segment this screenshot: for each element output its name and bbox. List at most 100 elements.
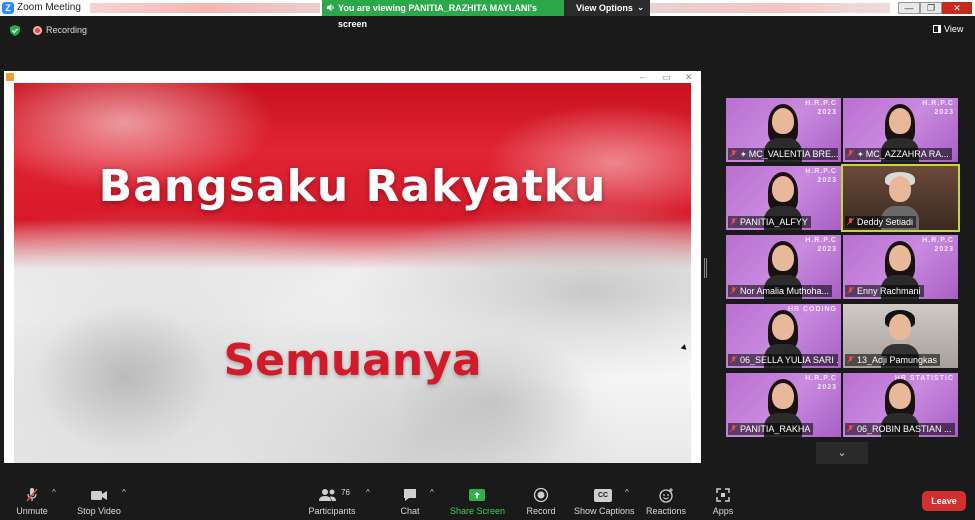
captions-options-caret-icon[interactable]: ^ [625, 488, 629, 497]
participant-name-label: ✦ MC_AZZAHRA RA... [845, 148, 952, 160]
participant-tile[interactable]: HR STATISTIC 06_ROBIN BASTIAN ... [843, 373, 958, 437]
smiley-reaction-icon [659, 488, 673, 503]
participant-name-label: 06_SELLA YULIA SARI ... [728, 354, 838, 366]
record-icon [533, 487, 549, 503]
zoom-logo-icon: Z [2, 2, 14, 14]
minimize-button[interactable]: — [898, 2, 920, 14]
microphone-muted-icon [730, 287, 737, 295]
microphone-muted-icon [730, 150, 737, 158]
microphone-muted-icon [730, 356, 737, 364]
view-options-label: View Options [576, 3, 633, 13]
unmute-label: Unmute [16, 506, 48, 516]
participant-tile[interactable]: H.R.P.C 2023 ✦ MC_AZZAHRA RA... [843, 98, 958, 162]
record-button[interactable]: Record [524, 487, 558, 517]
view-label: View [944, 24, 964, 34]
participant-name-label: Enny Rachmani [845, 285, 924, 297]
shared-close-icon: ✕ [685, 72, 693, 82]
microphone-muted-icon [847, 287, 854, 295]
chevron-down-icon: ⌄ [637, 3, 644, 12]
participant-tile[interactable]: HR CODING 06_SELLA YULIA SARI ... [726, 304, 841, 368]
participant-name: 06_SELLA YULIA SARI ... [740, 355, 838, 365]
security-shield-icon[interactable] [10, 25, 20, 36]
recording-status: Recording [46, 25, 88, 35]
viewing-banner-text: You are viewing PANITIA_RAZHITA MAYLANI'… [338, 3, 537, 29]
participants-icon [319, 489, 336, 501]
microphone-muted-icon [847, 425, 854, 433]
chat-options-caret-icon[interactable]: ^ [430, 488, 434, 497]
microphone-muted-icon [847, 218, 854, 226]
spotlight-pin-icon: ✦ [740, 150, 747, 159]
zoom-meeting-window: Z Zoom Meeting You are viewing PANITIA_R… [0, 0, 975, 520]
chat-bubble-icon [404, 489, 416, 501]
participant-name: PANITIA_RAKHA [740, 424, 811, 434]
participant-tile[interactable]: Deddy Setiadi [841, 164, 960, 232]
gallery-next-page-button[interactable]: ⌄ [816, 442, 868, 464]
tile-watermark: H.R.P.C 2023 [922, 237, 954, 253]
reactions-button[interactable]: Reactions [646, 487, 686, 517]
shared-minimize-icon: – [640, 72, 646, 82]
participant-name-label: PANITIA_RAKHA [728, 423, 814, 435]
window-title: Zoom Meeting [17, 2, 81, 13]
participant-name: Deddy Setiadi [857, 217, 914, 227]
microphone-muted-icon [730, 218, 737, 226]
video-subline: Semuanya [223, 335, 482, 386]
tile-watermark: H.R.P.C 2023 [922, 100, 954, 116]
shared-restore-icon: ▭ [662, 72, 671, 82]
participant-tile[interactable]: H.R.P.C 2023 PANITIA_RAKHA [726, 373, 841, 437]
recording-indicator-icon [33, 26, 42, 35]
view-layout-button[interactable]: View [933, 24, 963, 34]
tile-watermark: H.R.P.C 2023 [805, 168, 837, 184]
closed-captions-icon: CC [594, 489, 612, 502]
video-headline: Bangsaku Rakyatku [98, 161, 607, 212]
participants-button[interactable]: 76 Participants [308, 487, 356, 517]
apps-button[interactable]: Apps [710, 487, 736, 517]
stop-video-label: Stop Video [77, 506, 121, 516]
participants-count: 76 [341, 488, 350, 497]
participant-name-label: Deddy Setiadi [845, 216, 917, 228]
audio-options-caret-icon[interactable]: ^ [52, 488, 56, 497]
tile-watermark: H.R.P.C 2023 [805, 237, 837, 253]
stop-video-button[interactable]: Stop Video [76, 487, 122, 517]
leave-meeting-button[interactable]: Leave [922, 491, 966, 511]
viewing-screen-banner: You are viewing PANITIA_RAZHITA MAYLANI'… [322, 0, 564, 29]
tile-watermark: H.R.P.C 2023 [805, 375, 837, 391]
title-bar-background-blur-right [650, 3, 890, 13]
show-captions-button[interactable]: CC Show Captions [574, 487, 635, 517]
participant-name: Nor Amalia Muthoha... [740, 286, 830, 296]
microphone-muted-icon [847, 356, 854, 364]
participant-tile[interactable]: H.R.P.C 2023 ✦ MC_VALENTIA BRE... [726, 98, 841, 162]
participant-name: 06_ROBIN BASTIAN ... [857, 424, 952, 434]
media-player-icon [6, 73, 14, 81]
shared-video-frame: Bangsaku Rakyatku Semuanya [14, 83, 691, 463]
apps-label: Apps [712, 506, 734, 516]
layout-grid-icon [933, 25, 941, 33]
participant-name: 13_Adji Pamungkas [857, 355, 938, 365]
participants-label: Participants [308, 506, 356, 516]
record-label: Record [526, 506, 556, 516]
participant-name: MC_VALENTIA BRE... [748, 149, 838, 159]
gallery-resize-handle[interactable] [704, 258, 707, 278]
close-button[interactable]: ✕ [942, 2, 972, 14]
participant-tile[interactable]: H.R.P.C 2023 Nor Amalia Muthoha... [726, 235, 841, 299]
participants-options-caret-icon[interactable]: ^ [366, 488, 370, 497]
video-options-caret-icon[interactable]: ^ [122, 488, 126, 497]
share-screen-icon [469, 489, 485, 501]
shared-screen: – ▭ ✕ Bangsaku Rakyatku Semuanya [4, 71, 701, 463]
spotlight-pin-icon: ✦ [857, 150, 864, 159]
participant-name-label: 06_ROBIN BASTIAN ... [845, 423, 955, 435]
unmute-button[interactable]: Unmute [12, 487, 52, 517]
restore-button[interactable]: ❐ [920, 2, 942, 14]
speaker-icon [326, 3, 334, 12]
chat-button[interactable]: Chat [396, 487, 424, 517]
participant-tile[interactable]: H.R.P.C 2023 Enny Rachmani [843, 235, 958, 299]
share-screen-button[interactable]: Share Screen [450, 487, 505, 517]
participant-name-label: ✦ MC_VALENTIA BRE... [728, 148, 838, 160]
participant-tile[interactable]: H.R.P.C 2023 PANITIA_ALFYY [726, 166, 841, 230]
title-bar: Z Zoom Meeting You are viewing PANITIA_R… [0, 0, 975, 29]
microphone-muted-icon [26, 488, 38, 502]
title-bar-background-blur [90, 3, 320, 13]
view-options-button[interactable]: View Options ⌄ [564, 0, 650, 16]
participant-tile[interactable]: 13_Adji Pamungkas [843, 304, 958, 368]
participant-name-label: 13_Adji Pamungkas [845, 354, 941, 366]
chevron-down-icon: ⌄ [837, 447, 847, 459]
